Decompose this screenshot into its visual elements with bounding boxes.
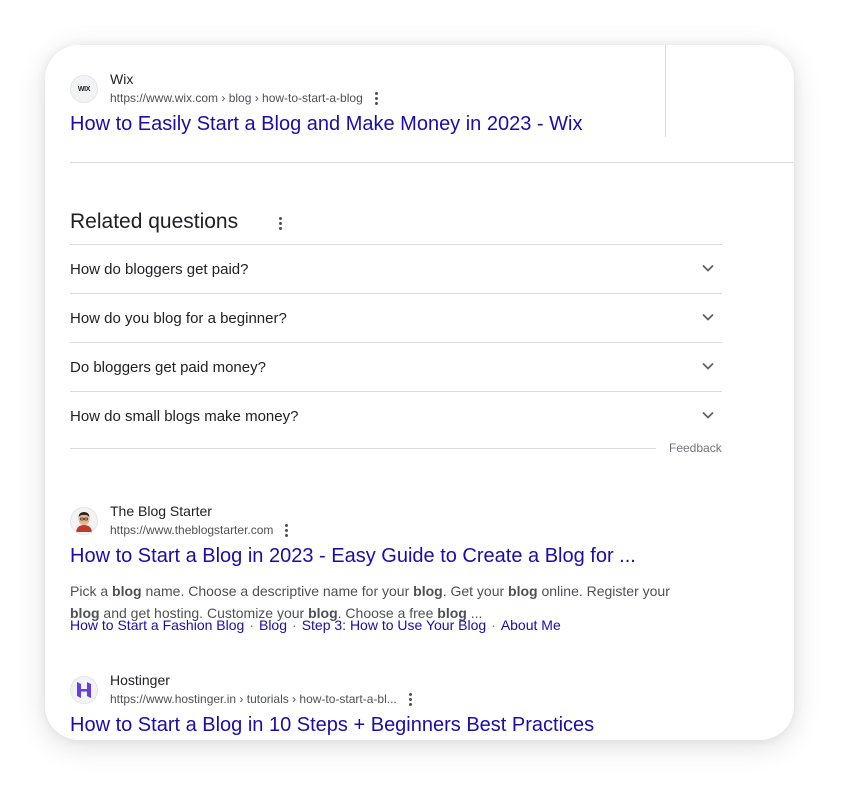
result-url[interactable]: https://www.theblogstarter.com bbox=[110, 523, 273, 537]
related-questions-more-icon[interactable] bbox=[279, 216, 282, 230]
wix-favicon: WIX bbox=[70, 75, 98, 103]
result-url-row: https://www.theblogstarter.com bbox=[110, 523, 289, 537]
section-divider bbox=[70, 162, 794, 163]
result-url-row: https://www.wix.com › blog › how-to-star… bbox=[110, 91, 378, 105]
search-result-theblogstarter: The Blog Starter https://www.theblogstar… bbox=[70, 503, 720, 643]
result-url-row: https://www.hostinger.in › tutorials › h… bbox=[110, 692, 412, 706]
snippet-text: . Get your bbox=[442, 583, 509, 599]
result-site-name[interactable]: Wix bbox=[110, 71, 133, 87]
snippet-keyword: blog bbox=[413, 583, 443, 599]
result-url[interactable]: https://www.hostinger.in › tutorials › h… bbox=[110, 692, 397, 706]
person-avatar-icon bbox=[76, 512, 92, 532]
search-result-wix: WIX Wix https://www.wix.com › blog › how… bbox=[70, 71, 720, 141]
related-question[interactable]: Do bloggers get paid money? bbox=[70, 342, 722, 392]
related-question[interactable]: How do small blogs make money? bbox=[70, 391, 722, 441]
more-options-icon[interactable] bbox=[285, 523, 289, 537]
snippet-text: name. Choose a descriptive name for your bbox=[141, 583, 414, 599]
snippet-keyword: blog bbox=[508, 583, 538, 599]
sitelink[interactable]: Step 3: How to Use Your Blog bbox=[302, 617, 486, 633]
question-text: How do bloggers get paid? bbox=[70, 261, 249, 278]
question-text: How do small blogs make money? bbox=[70, 408, 299, 425]
result-title-link[interactable]: How to Start a Blog in 10 Steps + Beginn… bbox=[70, 714, 594, 737]
theblogstarter-favicon bbox=[70, 507, 98, 535]
snippet-text: online. Register your bbox=[537, 583, 670, 599]
snippet-keyword: blog bbox=[112, 583, 142, 599]
chevron-down-icon bbox=[702, 362, 714, 370]
sitelink[interactable]: About Me bbox=[501, 617, 561, 633]
question-text: How do you blog for a beginner? bbox=[70, 310, 287, 327]
search-result-hostinger: Hostinger https://www.hostinger.in › tut… bbox=[70, 672, 720, 740]
feedback-link[interactable]: Feedback bbox=[669, 441, 722, 455]
result-url[interactable]: https://www.wix.com › blog › how-to-star… bbox=[110, 91, 363, 105]
hostinger-favicon bbox=[70, 676, 98, 704]
wix-logo-icon: WIX bbox=[77, 85, 91, 93]
related-question[interactable]: How do you blog for a beginner? bbox=[70, 293, 722, 343]
sitelink-separator: · bbox=[292, 617, 297, 633]
sitelink[interactable]: How to Start a Fashion Blog bbox=[70, 617, 244, 633]
result-title-link[interactable]: How to Start a Blog in 2023 - Easy Guide… bbox=[70, 545, 636, 568]
chevron-down-icon bbox=[702, 264, 714, 272]
sitelink-separator: · bbox=[249, 617, 254, 633]
snippet-text: Pick a bbox=[70, 583, 113, 599]
question-text: Do bloggers get paid money? bbox=[70, 359, 266, 376]
sitelink-separator: · bbox=[491, 617, 496, 633]
feedback-divider bbox=[70, 448, 656, 449]
chevron-down-icon bbox=[702, 411, 714, 419]
related-questions-heading: Related questions bbox=[70, 210, 239, 233]
sitelink[interactable]: Blog bbox=[259, 617, 287, 633]
related-question[interactable]: How do bloggers get paid? bbox=[70, 244, 722, 294]
result-title-link[interactable]: How to Easily Start a Blog and Make Mone… bbox=[70, 113, 582, 136]
result-sitelinks: How to Start a Fashion Blog · Blog · Step 3:… bbox=[70, 617, 561, 633]
result-site-name[interactable]: Hostinger bbox=[110, 672, 170, 688]
hostinger-logo-icon bbox=[77, 682, 91, 698]
search-results-card: WIX Wix https://www.wix.com › blog › how… bbox=[45, 45, 794, 740]
more-options-icon[interactable] bbox=[408, 692, 412, 706]
more-options-icon[interactable] bbox=[374, 91, 378, 105]
chevron-down-icon bbox=[702, 313, 714, 321]
result-site-name[interactable]: The Blog Starter bbox=[110, 503, 212, 519]
